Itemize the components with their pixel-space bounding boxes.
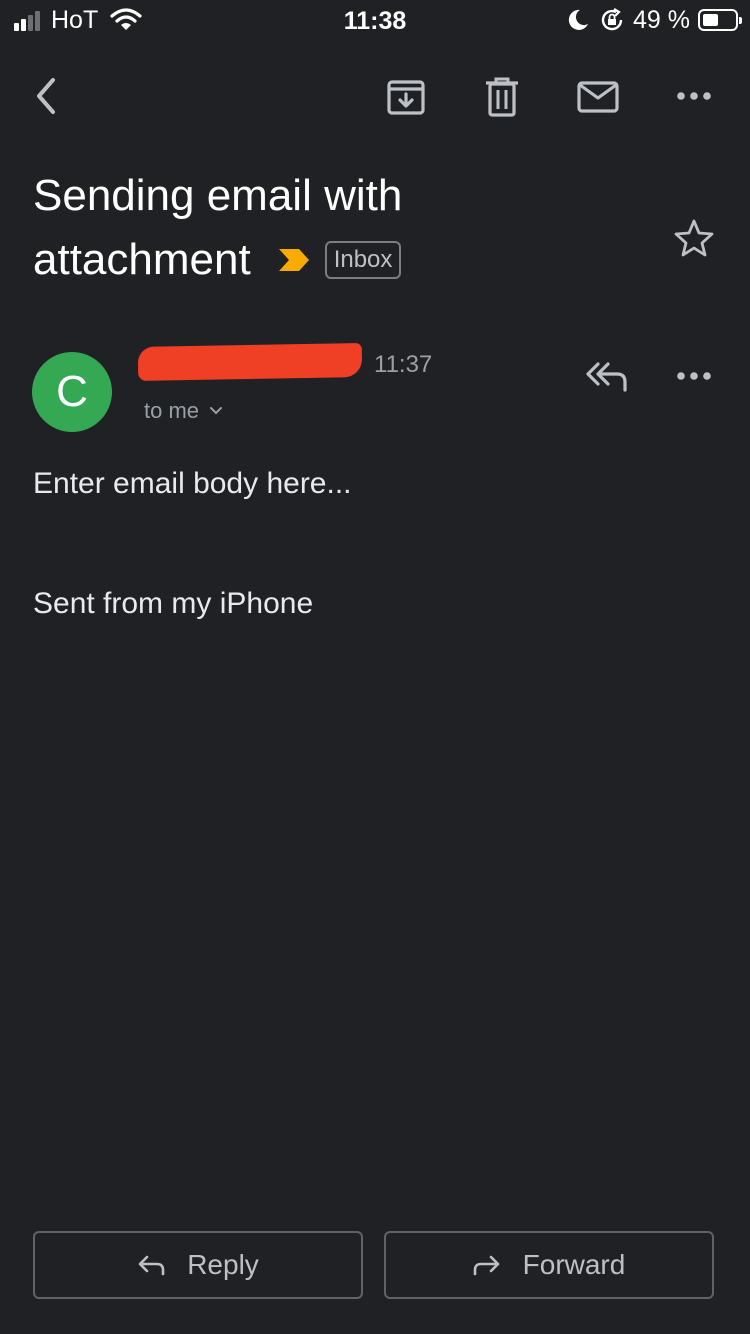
forward-arrow-icon <box>473 1255 499 1276</box>
reply-all-button[interactable] <box>580 352 634 400</box>
chevron-down-icon <box>210 407 223 415</box>
trash-icon <box>486 77 518 117</box>
email-body-line-1: Enter email body here... <box>33 467 352 500</box>
star-icon <box>674 219 714 257</box>
status-bar: HoT 11:38 49 % <box>0 0 750 40</box>
battery-level-fill <box>703 14 718 26</box>
delete-button[interactable] <box>476 72 528 122</box>
reply-button-label: Reply <box>187 1249 259 1280</box>
message-more-options-button[interactable] <box>668 356 720 396</box>
more-horizontal-icon <box>677 92 711 100</box>
mark-unread-button[interactable] <box>570 72 626 122</box>
forward-button[interactable]: Forward <box>384 1231 714 1299</box>
archive-icon <box>387 80 425 115</box>
reply-arrow-icon <box>138 1255 165 1276</box>
subject-line-2: attachment <box>33 235 251 284</box>
back-arrow-icon <box>37 78 55 114</box>
subject-line-1: Sending email with <box>33 171 403 220</box>
battery-icon <box>698 9 742 31</box>
sender-name-redaction <box>137 343 363 381</box>
status-bar-right: 49 % <box>565 6 742 34</box>
more-horizontal-icon <box>677 372 711 380</box>
mark-unread-mail-icon <box>577 81 619 113</box>
email-time: 11:37 <box>374 351 433 378</box>
star-button[interactable] <box>668 212 720 264</box>
reply-button[interactable]: Reply <box>33 1231 363 1299</box>
email-subject: Sending email with attachment Inbox <box>33 164 633 292</box>
orientation-lock-icon <box>601 8 623 31</box>
email-signature: Sent from my iPhone <box>33 587 314 620</box>
recipient-text: to me <box>144 398 200 423</box>
back-button[interactable] <box>22 70 70 122</box>
importance-marker-icon[interactable] <box>277 247 311 273</box>
recipient-details-toggle[interactable]: to me <box>144 398 223 424</box>
sender-avatar[interactable]: C <box>32 352 112 432</box>
do-not-disturb-moon-icon <box>568 9 589 30</box>
archive-button[interactable] <box>380 72 432 122</box>
reply-all-icon <box>586 362 627 392</box>
more-options-button[interactable] <box>668 76 720 116</box>
battery-percentage: 49 % <box>633 6 690 34</box>
inbox-label-chip[interactable]: Inbox <box>324 241 402 279</box>
forward-button-label: Forward <box>522 1249 626 1280</box>
email-view-screen: HoT 11:38 49 % Sending email with attach… <box>0 0 750 1334</box>
subject-line-2-row: attachment Inbox <box>33 228 633 292</box>
